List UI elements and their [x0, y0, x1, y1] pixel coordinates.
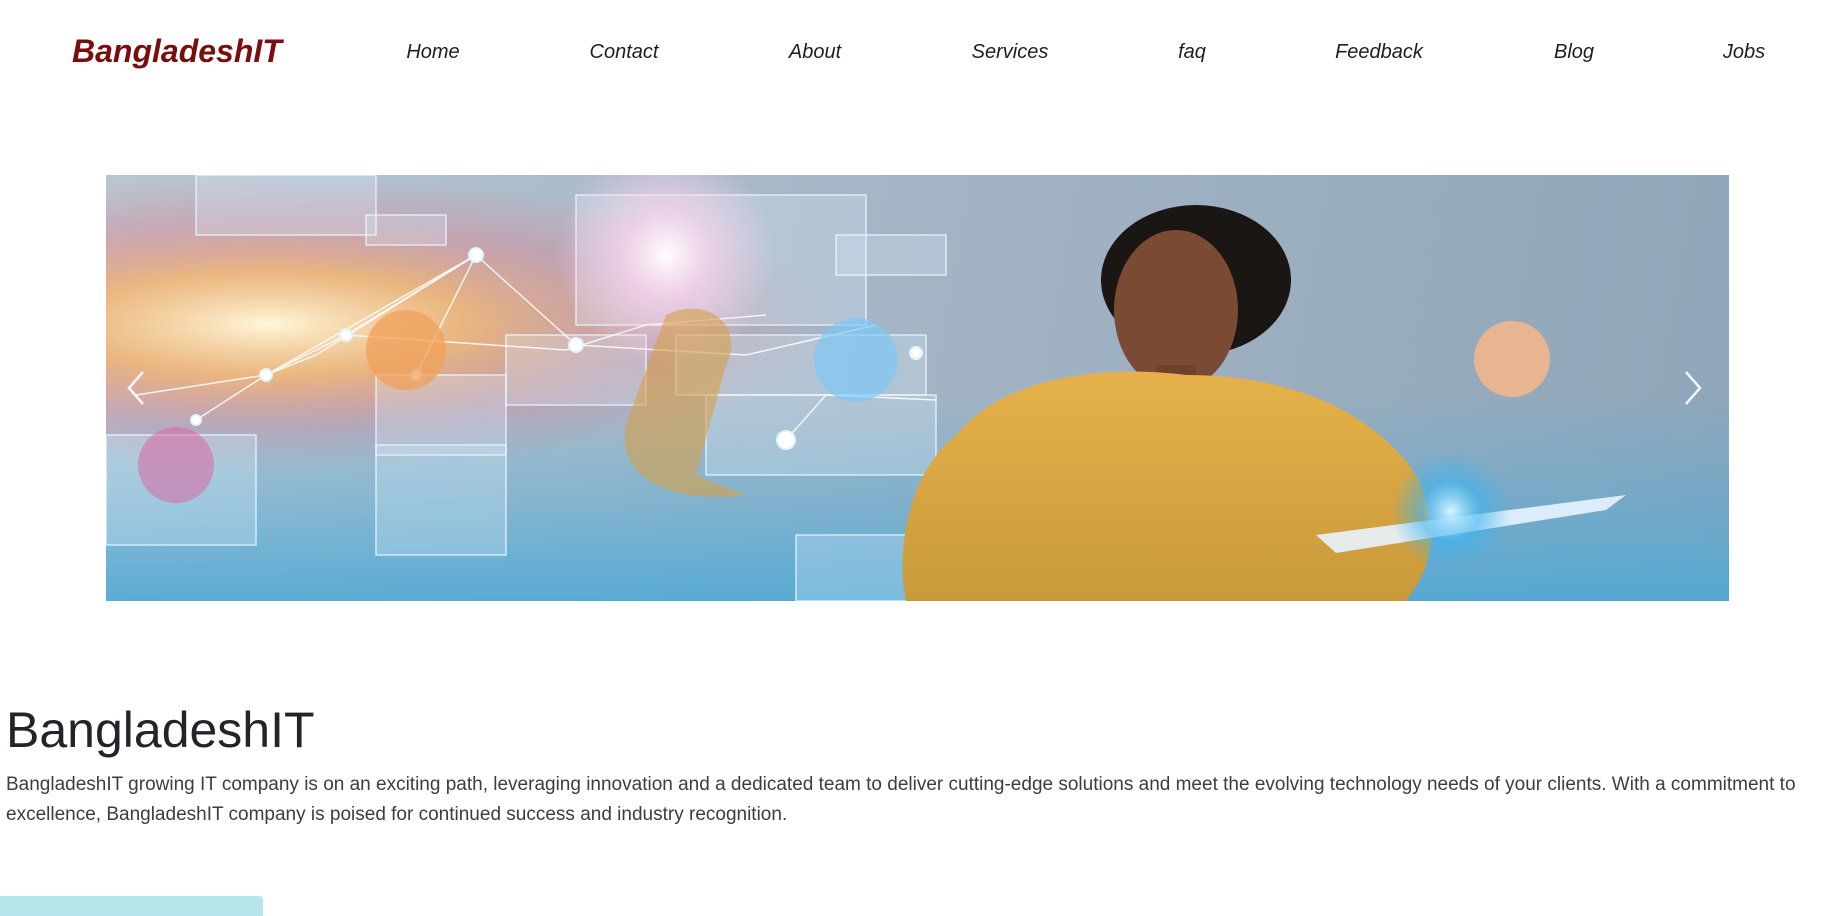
- bottom-badge[interactable]: [0, 896, 263, 916]
- brand-logo-link[interactable]: BangladeshIT: [72, 32, 282, 70]
- chevron-left-icon: [127, 371, 144, 405]
- nav-link-home[interactable]: Home: [406, 40, 459, 64]
- chevron-right-icon: [1685, 371, 1702, 405]
- nav-link-services[interactable]: Services: [972, 40, 1049, 64]
- nav-link-feedback[interactable]: Feedback: [1335, 40, 1423, 64]
- hero-carousel: [106, 175, 1729, 601]
- about-section: BangladeshIT BangladeshIT growing IT com…: [6, 700, 1826, 830]
- nav-link-about[interactable]: About: [789, 40, 841, 64]
- nav-link-faq[interactable]: faq: [1178, 40, 1206, 64]
- hero-image: [106, 175, 1729, 601]
- navbar: BangladeshIT Home Contact About Services…: [0, 0, 1837, 100]
- carousel-next-button[interactable]: [1663, 175, 1723, 601]
- nav-link-contact[interactable]: Contact: [590, 40, 659, 64]
- about-description: BangladeshIT growing IT company is on an…: [6, 774, 1796, 825]
- about-title: BangladeshIT: [6, 702, 315, 758]
- carousel-prev-button[interactable]: [106, 175, 166, 601]
- nav-link-jobs[interactable]: Jobs: [1723, 40, 1765, 64]
- nav-link-blog[interactable]: Blog: [1554, 40, 1594, 64]
